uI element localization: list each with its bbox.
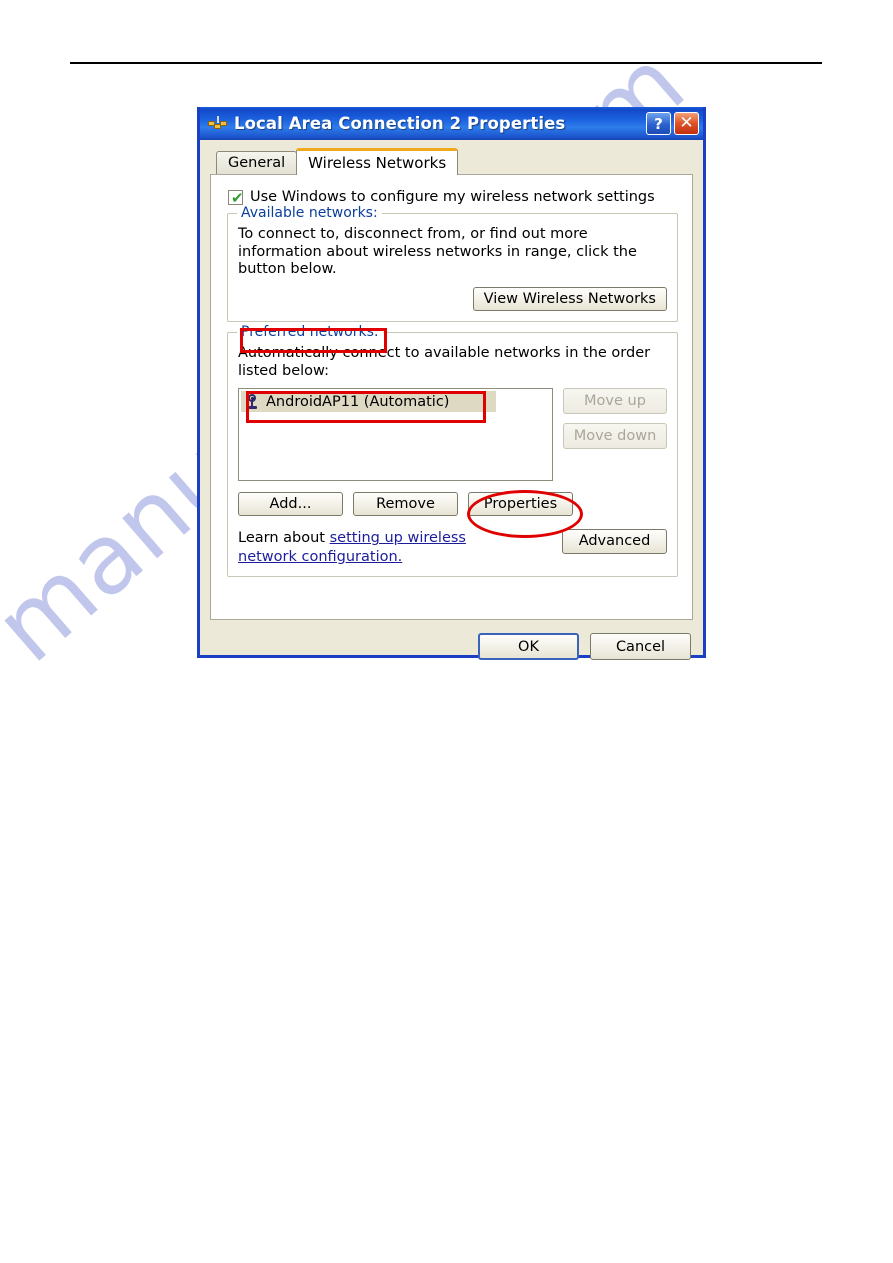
remove-button[interactable]: Remove xyxy=(353,492,458,517)
available-networks-legend: Available networks: xyxy=(237,205,382,221)
tabs-area: General Wireless Networks ✔ Use Windows … xyxy=(200,140,703,620)
cancel-button[interactable]: Cancel xyxy=(590,633,691,660)
properties-button[interactable]: Properties xyxy=(468,492,573,517)
use-windows-checkbox-row[interactable]: ✔ Use Windows to configure my wireless n… xyxy=(228,188,680,207)
use-windows-checkbox[interactable]: ✔ xyxy=(228,188,244,207)
preferred-networks-actions: Add... Remove Properties xyxy=(238,492,667,517)
checkmark-icon: ✔ xyxy=(231,188,244,207)
tab-general[interactable]: General xyxy=(216,151,298,174)
advanced-button[interactable]: Advanced xyxy=(562,529,667,555)
wireless-networks-panel: ✔ Use Windows to configure my wireless n… xyxy=(210,174,693,620)
ok-button[interactable]: OK xyxy=(478,633,579,660)
tab-wireless-networks[interactable]: Wireless Networks xyxy=(296,148,459,175)
preferred-networks-group: Preferred networks: Automatically connec… xyxy=(227,324,678,577)
use-windows-checkbox-label: Use Windows to configure my wireless net… xyxy=(250,189,655,205)
available-networks-group: Available networks: To connect to, disco… xyxy=(227,205,678,323)
network-connection-icon xyxy=(208,115,228,133)
close-icon[interactable]: ✕ xyxy=(674,112,699,135)
move-buttons-column: Move up Move down xyxy=(563,388,667,450)
page-header-rule xyxy=(70,62,822,64)
view-wireless-networks-button[interactable]: View Wireless Networks xyxy=(472,287,667,312)
add-button[interactable]: Add... xyxy=(238,492,343,517)
properties-dialog: Local Area Connection 2 Properties ? ✕ G… xyxy=(197,107,706,660)
view-wireless-networks-row: View Wireless Networks xyxy=(238,287,667,312)
learn-more-row: Learn about setting up wireless network … xyxy=(238,529,667,565)
titlebar-buttons: ? ✕ xyxy=(646,112,699,135)
preferred-networks-legend: Preferred networks: xyxy=(237,324,383,341)
available-networks-description: To connect to, disconnect from, or find … xyxy=(238,226,637,278)
help-button[interactable]: ? xyxy=(646,112,671,135)
dialog-title: Local Area Connection 2 Properties xyxy=(234,114,566,133)
dialog-titlebar: Local Area Connection 2 Properties ? ✕ xyxy=(200,107,703,140)
preferred-networks-description: Automatically connect to available netwo… xyxy=(238,345,651,379)
dialog-footer: OK Cancel xyxy=(200,620,703,660)
preferred-networks-listbox[interactable]: AndroidAP11 (Automatic) xyxy=(238,388,553,482)
tabstrip: General Wireless Networks xyxy=(216,148,693,175)
move-up-button[interactable]: Move up xyxy=(563,388,667,415)
wireless-access-point-icon xyxy=(245,393,259,410)
list-item-label: AndroidAP11 (Automatic) xyxy=(266,393,450,410)
learn-more-prefix: Learn about xyxy=(238,530,330,547)
move-down-button[interactable]: Move down xyxy=(563,423,667,450)
preferred-networks-body: AndroidAP11 (Automatic) Move up Move dow… xyxy=(238,388,667,482)
close-glyph: ✕ xyxy=(679,113,694,133)
learn-more-text: Learn about setting up wireless network … xyxy=(238,529,528,565)
list-item[interactable]: AndroidAP11 (Automatic) xyxy=(241,391,496,413)
